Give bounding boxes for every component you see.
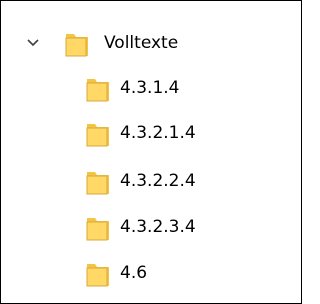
tree-item-label: 4.3.2.3.4 [120,217,196,237]
tree-item-label: 4.3.2.1.4 [120,123,196,143]
tree-item-child[interactable]: 4.6 [1,249,301,297]
tree-item-child[interactable]: 4.3.2.2.4 [1,157,301,205]
folder-icon [86,213,110,241]
folder-icon [86,167,110,195]
folder-tree-panel: Volltexte 4.3.1.4 4.3.2.1.4 4.3.2.2.4 4.… [0,0,302,304]
tree-item-volltexte[interactable]: Volltexte [1,19,301,67]
tree-item-label: 4.3.2.2.4 [120,171,196,191]
tree-item-label: 4.6 [120,263,148,283]
tree-item-label: 4.3.1.4 [120,78,180,98]
tree-item-child[interactable]: 4.3.2.1.4 [1,109,301,157]
tree-item-label: Volltexte [104,33,179,53]
folder-icon [65,29,89,57]
tree-item-child[interactable]: 4.3.2.3.4 [1,203,301,251]
folder-icon [86,119,110,147]
chevron-down-icon[interactable] [25,35,41,51]
folder-icon [86,259,110,287]
tree-item-child[interactable]: 4.3.1.4 [1,64,301,112]
folder-icon [86,74,110,102]
